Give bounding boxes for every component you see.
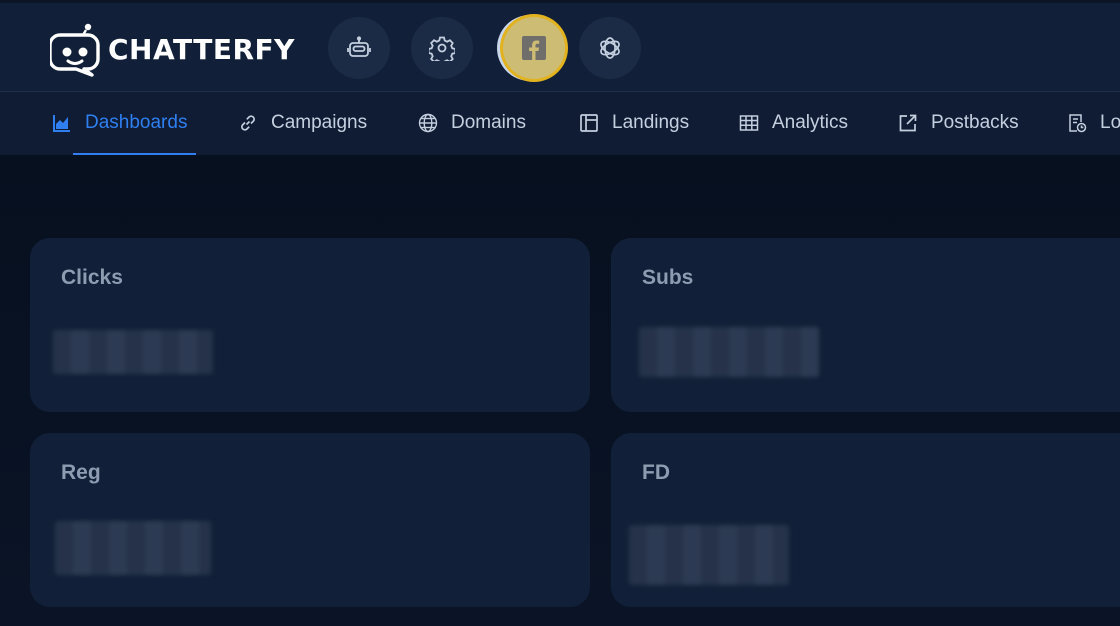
tab-dashboards[interactable]: Dashboards <box>52 92 187 153</box>
openai-button[interactable] <box>579 17 641 79</box>
gear-icon <box>429 36 455 61</box>
stat-card-fd: FD <box>611 433 1120 607</box>
dashboard-content: Clicks Subs Reg FD <box>0 155 1120 626</box>
main-nav: Dashboards Campaigns Domains Landings An… <box>0 91 1120 156</box>
tab-label: Lo <box>1100 111 1120 133</box>
card-title: Subs <box>642 266 694 289</box>
brand-logo[interactable]: CHATTERFY <box>50 21 295 77</box>
card-title: Clicks <box>61 266 123 289</box>
tab-landings[interactable]: Landings <box>579 92 689 153</box>
link-icon <box>241 114 255 131</box>
tab-label: Postbacks <box>931 111 1019 133</box>
redacted-value <box>55 521 211 575</box>
external-link-icon <box>899 114 917 131</box>
tab-campaigns[interactable]: Campaigns <box>238 92 367 153</box>
card-title: FD <box>642 461 670 484</box>
stat-card-reg: Reg <box>30 433 590 607</box>
tab-label: Landings <box>612 111 690 133</box>
facebook-button[interactable] <box>503 17 565 79</box>
openai-icon <box>600 37 620 59</box>
tab-label: Domains <box>451 111 526 133</box>
tab-domains[interactable]: Domains <box>418 92 526 153</box>
settings-button[interactable] <box>411 17 473 79</box>
redacted-value <box>629 525 789 585</box>
stat-card-subs: Subs <box>611 238 1120 412</box>
chart-icon <box>53 114 70 132</box>
tab-label: Dashboards <box>85 111 188 133</box>
redacted-value <box>639 327 819 377</box>
globe-www-icon <box>418 113 438 132</box>
layout-icon <box>580 113 598 132</box>
log-icon <box>1069 113 1087 132</box>
robot-button[interactable] <box>328 17 390 79</box>
brand-name: CHATTERFY <box>108 32 295 66</box>
tab-label: Analytics <box>772 111 849 133</box>
redacted-value <box>53 330 213 374</box>
tab-logs[interactable]: Lo <box>1067 92 1120 153</box>
facebook-icon <box>522 36 546 60</box>
tab-postbacks[interactable]: Postbacks <box>898 92 1019 153</box>
table-icon <box>739 114 759 131</box>
card-title: Reg <box>61 461 101 484</box>
robot-icon <box>347 36 371 57</box>
chatbot-logo-icon <box>50 23 100 77</box>
tab-analytics[interactable]: Analytics <box>739 92 848 153</box>
stat-card-clicks: Clicks <box>30 238 590 412</box>
tab-label: Campaigns <box>271 111 368 133</box>
top-header: CHATTERFY <box>0 3 1120 91</box>
